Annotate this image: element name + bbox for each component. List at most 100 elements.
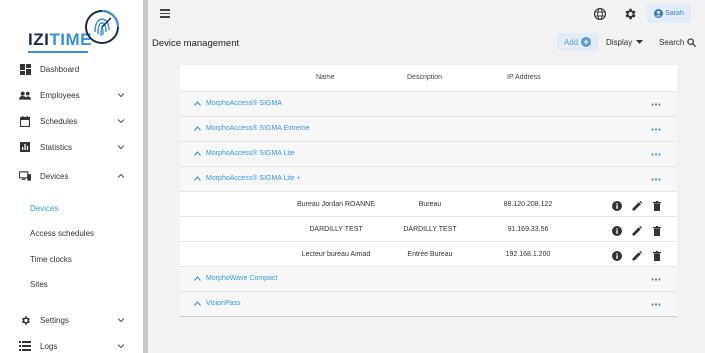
sidebar-item-devices[interactable]: Devices <box>0 166 143 186</box>
app-logo[interactable]: IZITIME <box>24 6 120 53</box>
search-icon <box>687 38 697 47</box>
user-name: Sarah <box>665 10 684 17</box>
delete-icon[interactable] <box>652 198 662 211</box>
caret-down-icon <box>636 40 644 44</box>
group-label: MorphoAccess® SIGMA Lite + <box>206 175 301 182</box>
sidebar-item-schedules[interactable]: Schedules <box>0 111 143 131</box>
settings-gear-icon[interactable] <box>623 7 637 21</box>
logo-text: IZITIME <box>28 30 92 50</box>
display-dropdown[interactable]: Display <box>606 38 644 47</box>
logo-underline <box>28 51 88 53</box>
device-ip: 91.169.33.56 <box>507 226 549 233</box>
sidebar-item-label: Employees <box>40 90 80 100</box>
sidebar-item-label: Devices <box>40 171 69 181</box>
edit-icon[interactable] <box>632 198 643 211</box>
globe-icon[interactable] <box>593 7 607 21</box>
device-description: Bureau <box>418 201 442 208</box>
table-row[interactable]: Bureau Jordan ROANNE Bureau 88.120.208.1… <box>180 191 677 216</box>
delete-icon[interactable] <box>652 248 662 261</box>
row-actions <box>612 223 662 236</box>
chevron-up-icon <box>194 176 201 181</box>
user-avatar-icon <box>654 9 664 18</box>
group-label: MorphoAccess® SIGMA <box>206 100 282 107</box>
group-toggle[interactable]: MorphoAccess® SIGMA Lite <box>194 150 295 157</box>
column-header-ip[interactable]: IP Address <box>507 74 541 81</box>
sidebar-item-logs[interactable]: Logs <box>0 336 143 353</box>
group-label: MorphoWave Compact <box>206 275 278 282</box>
device-ip: 192.168.1.200 <box>505 251 551 258</box>
delete-icon[interactable] <box>652 223 662 236</box>
dashboard-icon <box>19 63 31 75</box>
row-actions <box>612 248 662 261</box>
add-button-label: Add <box>563 37 579 47</box>
column-header-name[interactable]: Name <box>316 74 335 81</box>
info-icon[interactable] <box>612 198 622 211</box>
logo-text-part1: IZI <box>28 30 50 49</box>
sidebar-item-label: Statistics <box>40 142 73 152</box>
top-bar: Sarah <box>148 0 705 28</box>
device-name: Lecteur bureau Aimad <box>301 251 371 258</box>
menu-icon[interactable] <box>160 9 170 18</box>
sidebar-scrollbar[interactable] <box>143 0 148 353</box>
sidebar-item-label: Logs <box>40 341 58 351</box>
user-menu-button[interactable]: Sarah <box>647 4 691 23</box>
device-ip: 88.120.208.122 <box>503 201 553 208</box>
group-toggle[interactable]: MorphoAccess® SIGMA <box>194 100 282 107</box>
table-row[interactable]: DARDILLY TEST DARDILLY TEST 91.169.33.56 <box>180 216 677 241</box>
chevron-down-icon <box>117 93 125 98</box>
chevron-up-icon <box>194 126 201 131</box>
group-row[interactable]: MorphoAccess® SIGMA Extreme <box>180 116 677 141</box>
device-description: DARDILLY TEST <box>403 226 457 233</box>
sidebar-subitem-access-schedules[interactable]: Access schedules <box>30 229 94 238</box>
search-button[interactable]: Search <box>659 38 697 47</box>
group-row[interactable]: MorphoAccess® SIGMA Lite <box>180 141 677 166</box>
people-icon <box>19 89 31 101</box>
column-header-description[interactable]: Description <box>407 74 442 81</box>
info-icon[interactable] <box>612 223 622 236</box>
group-toggle[interactable]: MorphoAccess® SIGMA Extreme <box>194 125 310 132</box>
group-row[interactable]: MorphoAccess® SIGMA Lite + <box>180 166 677 191</box>
sidebar-item-employees[interactable]: Employees <box>0 85 143 105</box>
sidebar-item-label: Settings <box>40 315 69 325</box>
list-icon <box>19 340 31 352</box>
sidebar-subitem-devices[interactable]: Devices <box>30 204 58 213</box>
info-icon[interactable] <box>612 248 622 261</box>
group-toggle[interactable]: VisionPass <box>194 300 241 307</box>
group-label: VisionPass <box>206 300 241 307</box>
chevron-down-icon <box>117 145 125 150</box>
sidebar-item-label: Dashboard <box>40 64 80 74</box>
edit-icon[interactable] <box>632 248 643 261</box>
statistics-icon <box>19 141 31 153</box>
sidebar-subitem-time-clocks[interactable]: Time clocks <box>30 255 72 264</box>
group-row[interactable]: MorphoWave Compact <box>180 266 677 291</box>
group-label: MorphoAccess® SIGMA Lite <box>206 150 295 157</box>
sidebar-item-statistics[interactable]: Statistics <box>0 137 143 157</box>
sidebar: IZITIME Dashboard Employees Schedules St… <box>0 0 143 353</box>
fingerprint-clock-icon <box>85 10 119 44</box>
device-name: Bureau Jordan ROANNE <box>297 201 375 208</box>
more-options-icon[interactable] <box>651 278 661 281</box>
sidebar-item-dashboard[interactable]: Dashboard <box>0 59 143 79</box>
chevron-up-icon <box>194 101 201 106</box>
group-toggle[interactable]: MorphoAccess® SIGMA Lite + <box>194 175 301 182</box>
device-name: DARDILLY TEST <box>309 226 363 233</box>
more-options-icon[interactable] <box>651 178 661 181</box>
table-row[interactable]: Lecteur bureau Aimad Entrée Bureau 192.1… <box>180 241 677 266</box>
more-options-icon[interactable] <box>651 303 661 306</box>
more-options-icon[interactable] <box>651 103 661 106</box>
group-row[interactable]: MorphoAccess® SIGMA <box>180 91 677 116</box>
group-toggle[interactable]: MorphoWave Compact <box>194 275 277 282</box>
add-button[interactable]: Add + <box>557 33 598 51</box>
sidebar-item-settings[interactable]: Settings <box>0 310 143 330</box>
edit-icon[interactable] <box>632 223 643 236</box>
group-label: MorphoAccess® SIGMA Extreme <box>206 125 310 132</box>
devices-table: Name Description IP Address MorphoAccess… <box>180 65 677 317</box>
more-options-icon[interactable] <box>651 128 661 131</box>
group-row[interactable]: VisionPass <box>180 291 677 316</box>
more-options-icon[interactable] <box>651 153 661 156</box>
chevron-down-icon <box>117 318 125 323</box>
chevron-down-icon <box>117 344 125 349</box>
row-actions <box>612 198 662 211</box>
sidebar-subitem-sites[interactable]: Sites <box>30 280 48 289</box>
chevron-up-icon <box>194 151 201 156</box>
